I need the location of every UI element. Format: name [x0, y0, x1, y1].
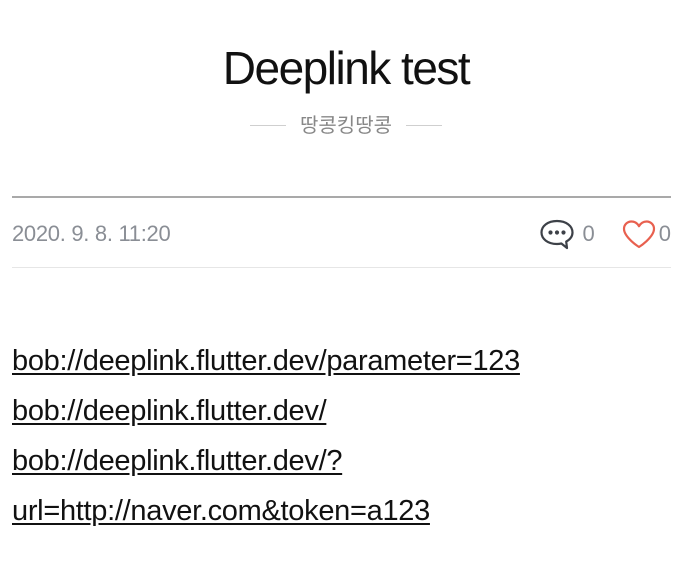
speech-bubble-icon	[539, 218, 575, 250]
like-button[interactable]: 0	[621, 218, 671, 250]
author-row: 땅콩킹땅콩	[0, 112, 692, 138]
header-divider	[12, 196, 671, 198]
post-content: bob://deeplink.flutter.dev/parameter=123…	[12, 336, 672, 536]
deeplink-query-link-continued[interactable]: url=http://naver.com&token=a123	[12, 495, 430, 527]
content-line: bob://deeplink.flutter.dev/	[12, 386, 672, 436]
author-divider-left	[250, 124, 286, 126]
meta-divider	[12, 267, 671, 268]
deeplink-root-link[interactable]: bob://deeplink.flutter.dev/	[12, 395, 327, 427]
post-title: Deeplink test	[222, 42, 471, 94]
comment-count: 0	[582, 221, 595, 246]
content-line: bob://deeplink.flutter.dev/?	[12, 436, 672, 486]
deeplink-parameter-link[interactable]: bob://deeplink.flutter.dev/parameter=123	[12, 345, 520, 377]
post-stats: 0 0	[539, 218, 671, 250]
deeplink-query-link[interactable]: bob://deeplink.flutter.dev/?	[12, 445, 342, 477]
post-meta: 2020. 9. 8. 11:20 0 0	[12, 214, 671, 254]
content-line: bob://deeplink.flutter.dev/parameter=123	[12, 336, 672, 386]
heart-icon	[621, 218, 657, 250]
like-count: 0	[658, 221, 671, 246]
post-date: 2020. 9. 8. 11:20	[12, 221, 171, 246]
author-divider-right	[406, 124, 442, 126]
content-line: url=http://naver.com&token=a123	[12, 486, 672, 536]
comments-button[interactable]: 0	[539, 218, 595, 250]
author-name[interactable]: 땅콩킹땅콩	[300, 112, 392, 138]
